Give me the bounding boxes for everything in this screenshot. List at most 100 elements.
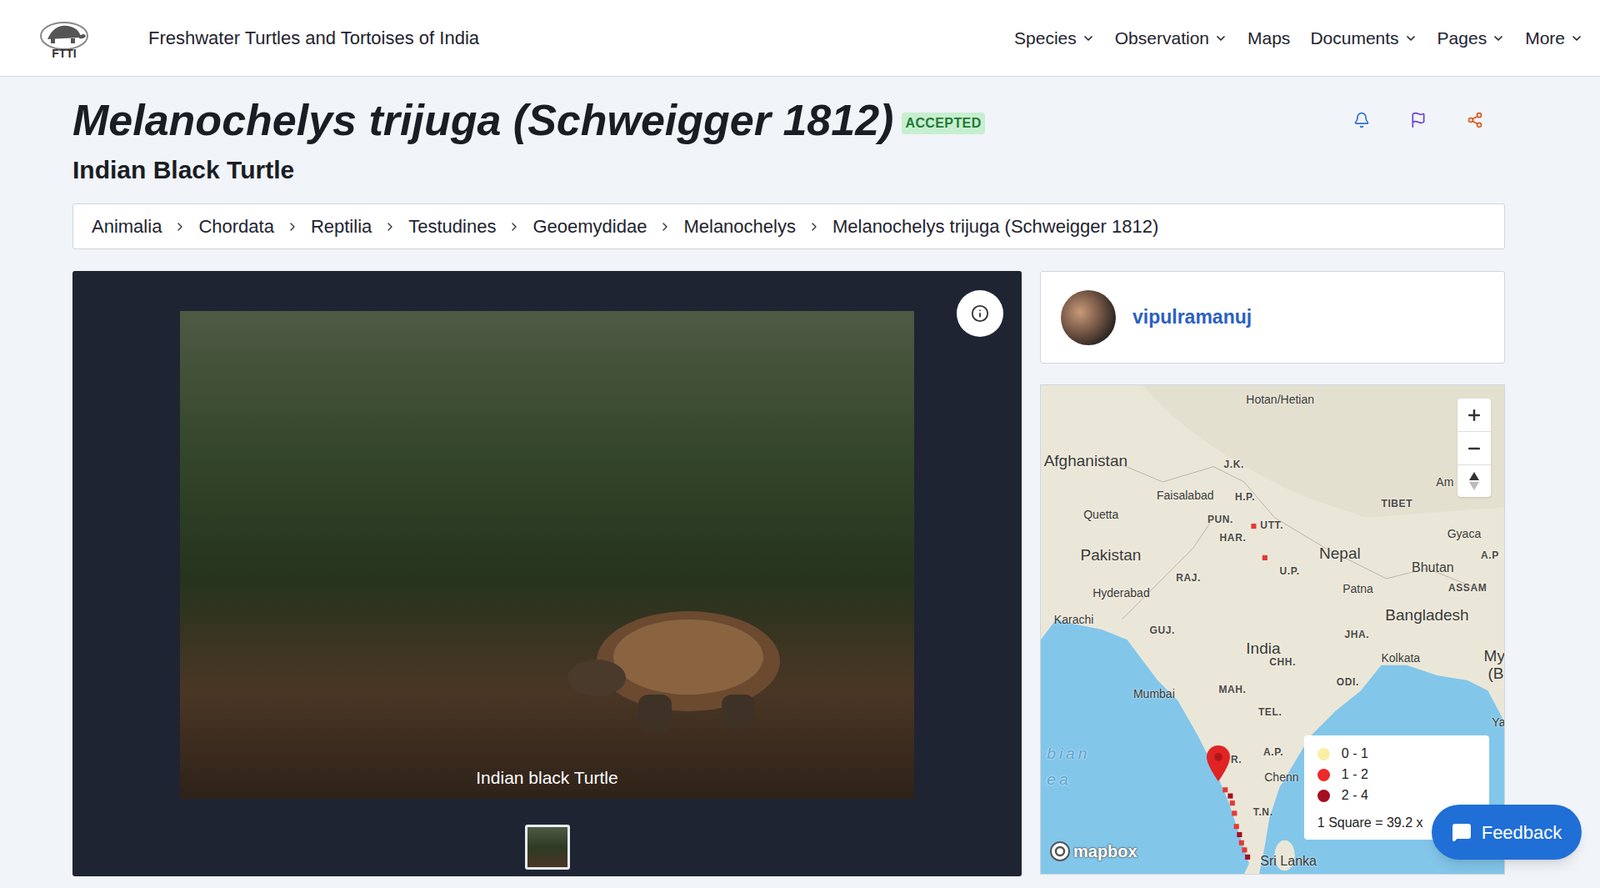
bell-icon[interactable] <box>1353 111 1370 129</box>
plus-icon <box>1465 406 1483 424</box>
site-logo[interactable]: FTTI <box>35 17 93 60</box>
breadcrumb-item[interactable]: Animalia <box>91 212 162 240</box>
turtle-logo-icon <box>37 17 91 51</box>
map-label: RAJ. <box>1175 572 1201 583</box>
contributor-avatar[interactable] <box>1060 290 1116 345</box>
map-label: R. <box>1230 754 1242 765</box>
feedback-button[interactable]: Feedback <box>1431 804 1582 860</box>
map-label: (B <box>1487 665 1504 681</box>
map-label: ea <box>1046 770 1071 787</box>
map-label: JHA. <box>1345 629 1370 640</box>
mapbox-attribution[interactable]: mapbox <box>1049 838 1138 864</box>
legend-row: 1 - 2 <box>1317 764 1476 785</box>
map-label: bian <box>1046 744 1090 760</box>
main-nav: Species Observation Maps Documents Pages More <box>1014 25 1584 52</box>
distribution-map[interactable]: Hotan/Hetian Afghanistan J.K. Faisalabad H.P… <box>1040 384 1505 875</box>
legend-swatch <box>1317 768 1330 781</box>
map-label: Quetta <box>1083 508 1119 520</box>
map-label: Sri Lanka <box>1260 854 1317 868</box>
chevron-right-icon <box>807 220 821 234</box>
map-label: Ya <box>1491 715 1505 728</box>
nav-item[interactable]: Observation <box>1115 25 1228 52</box>
feedback-icon <box>1451 821 1472 842</box>
info-icon <box>970 304 990 323</box>
legend-swatch <box>1317 789 1330 802</box>
legend-swatch <box>1317 747 1330 760</box>
map-label: TIBET <box>1380 498 1413 509</box>
contributor-card: vipulramanuj <box>1040 270 1505 364</box>
thumbnail-strip <box>525 824 570 870</box>
mapbox-logo-icon <box>1049 840 1071 862</box>
map-label: A.P <box>1480 550 1500 560</box>
map-label: A.P. <box>1263 746 1284 757</box>
zoom-controls <box>1457 398 1491 497</box>
map-label: Faisalabad <box>1156 489 1215 501</box>
status-badge: ACCEPTED <box>901 112 985 135</box>
gallery: Indian black Turtle <box>72 270 1022 876</box>
map-label: India <box>1245 639 1280 655</box>
map-label: Bangladesh <box>1385 605 1469 622</box>
species-photo: Indian black Turtle <box>180 310 915 799</box>
share-icon[interactable] <box>1466 111 1484 129</box>
map-label: UTT. <box>1260 520 1284 530</box>
chevron-down-icon <box>1404 31 1418 45</box>
breadcrumb-item[interactable]: Testudines <box>408 212 496 240</box>
breadcrumb-item[interactable]: Melanochelys <box>683 212 796 240</box>
zoom-in-button[interactable] <box>1457 398 1491 432</box>
common-name: Indian Black Turtle <box>72 155 1505 185</box>
chevron-down-icon <box>1081 31 1095 45</box>
map-label: U.P. <box>1280 565 1300 576</box>
thumbnail[interactable] <box>525 824 570 870</box>
chevron-right-icon <box>285 220 300 234</box>
map-label: T.N. <box>1253 806 1274 817</box>
map-label: CHH. <box>1269 656 1296 667</box>
map-label: Pakistan <box>1080 545 1142 562</box>
map-label: My <box>1484 646 1505 663</box>
map-label: H.P. <box>1235 491 1255 502</box>
breadcrumb-item[interactable]: Reptilia <box>310 212 372 240</box>
map-label: Nepal <box>1319 545 1361 561</box>
minus-icon <box>1465 440 1483 457</box>
chevron-down-icon <box>1491 31 1505 45</box>
chevron-down-icon <box>1214 31 1228 45</box>
map-pin-icon[interactable] <box>1205 743 1232 782</box>
map-label: HAR. <box>1220 532 1247 543</box>
nav-item[interactable]: Species <box>1014 25 1095 52</box>
legend-row: 0 - 1 <box>1317 743 1476 765</box>
map-label: ASSAM <box>1448 582 1487 593</box>
chevron-right-icon <box>383 220 397 234</box>
title-actions <box>1353 111 1484 129</box>
content-row: Indian black Turtle vipulramanuj Hotan/Het… <box>72 270 1505 876</box>
flag-icon[interactable] <box>1410 111 1427 129</box>
map-label: Kolkata <box>1380 651 1420 664</box>
map-label: Karachi <box>1054 613 1094 625</box>
compass-button[interactable] <box>1457 465 1491 497</box>
map-label: PUN. <box>1207 514 1234 525</box>
chevron-right-icon <box>507 220 521 234</box>
nav-item[interactable]: Maps <box>1247 25 1290 52</box>
map-label: Hyderabad <box>1092 586 1150 599</box>
title-row: Melanochelys trijuga (Schweigger 1812) AC… <box>72 95 1505 145</box>
breadcrumb-item[interactable]: Geoemydidae <box>532 212 647 240</box>
map-label: Patna <box>1342 582 1374 595</box>
species-title: Melanochelys trijuga (Schweigger 1812) <box>72 95 894 145</box>
map-label: MAH. <box>1218 684 1246 695</box>
map-label: Hotan/Hetian <box>1245 393 1315 405</box>
contributor-name[interactable]: vipulramanuj <box>1132 302 1252 332</box>
logo-text: FTTI <box>51 47 77 60</box>
breadcrumb-item[interactable]: Melanochelys trijuga (Schweigger 1812) <box>832 212 1159 240</box>
nav-item[interactable]: Pages <box>1437 25 1506 52</box>
zoom-out-button[interactable] <box>1457 431 1491 465</box>
map-label: J.K. <box>1223 459 1244 470</box>
breadcrumb: Animalia Chordata Reptilia Testudines Geoemy… <box>72 203 1505 250</box>
nav-item[interactable]: Documents <box>1310 25 1417 52</box>
chevron-right-icon <box>658 220 672 234</box>
map-label: Am <box>1435 475 1454 488</box>
map-label: Chenn <box>1264 770 1299 783</box>
map-label: Afghanistan <box>1044 452 1128 469</box>
breadcrumb-item[interactable]: Chordata <box>198 212 275 240</box>
site-title[interactable]: Freshwater Turtles and Tortoises of Indi… <box>148 24 480 52</box>
nav-item[interactable]: More <box>1525 25 1584 52</box>
info-button[interactable] <box>956 290 1004 337</box>
side-column: vipulramanuj Hotan/Hetian Afghanistan J.K. F… <box>1040 270 1505 876</box>
